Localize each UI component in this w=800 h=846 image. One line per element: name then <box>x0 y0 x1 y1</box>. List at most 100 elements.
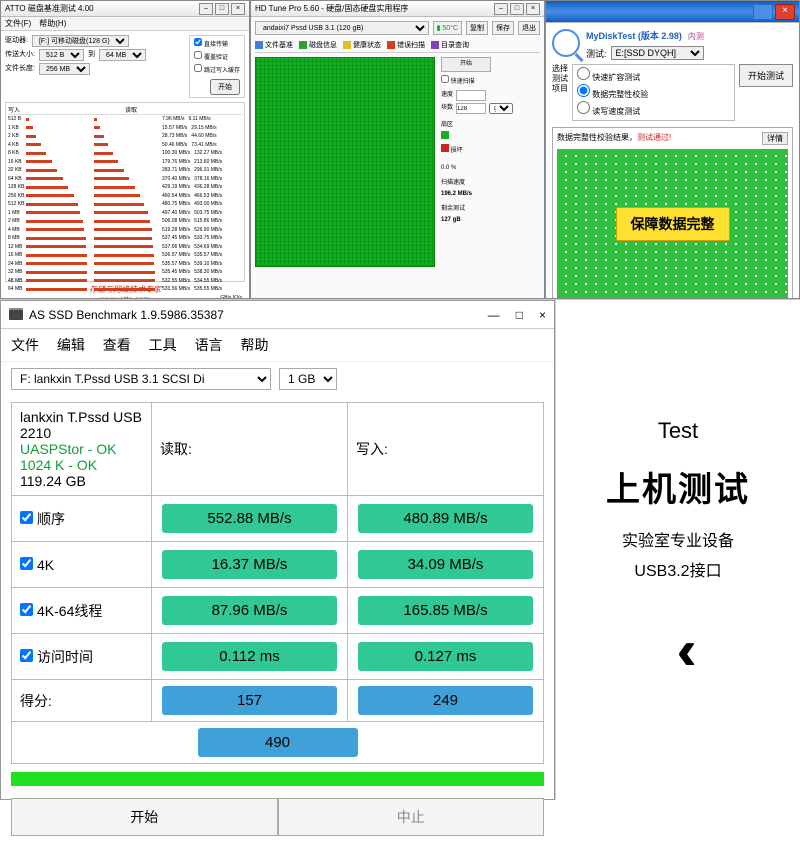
row-4k[interactable]: 4K <box>12 542 152 588</box>
menu-view[interactable]: 查看 <box>103 337 131 353</box>
score-total: 490 <box>198 728 358 757</box>
hdtune-start-button[interactable]: 开始 <box>441 57 491 72</box>
atto-title: ATTO 磁盘基准测试 4.00 <box>5 3 94 14</box>
promo-sub2: USB3.2接口 <box>634 557 721 581</box>
mydisk-title: MyDiskTest (版本 2.98) <box>586 31 682 41</box>
details-button[interactable]: 详情 <box>762 132 788 145</box>
maximize-button[interactable]: □ <box>516 308 523 322</box>
atto-controls: 驱动器:[F:] 可移动磁盘(128 G) 传送大小:512 B到64 MB 文… <box>5 35 245 98</box>
minimize-button[interactable] <box>753 4 773 20</box>
mydisk-start-button[interactable]: 开始测试 <box>739 64 793 87</box>
asssd-results-table: lankxin T.Pssd USB 2210 UASPStor - OK 10… <box>11 402 544 764</box>
menu-edit[interactable]: 编辑 <box>57 337 85 353</box>
promo-test: Test <box>658 418 698 444</box>
speed-input[interactable] <box>456 90 486 101</box>
menu-file[interactable]: 文件(F) <box>5 19 31 28</box>
score-read: 157 <box>162 686 337 715</box>
length-label: 文件长度: <box>5 63 35 75</box>
check-verify[interactable]: 覆盖验证 <box>194 55 228 61</box>
drive-label: 驱动器: <box>5 35 28 47</box>
4k64-write: 165.85 MB/s <box>358 596 533 625</box>
hdtune-device-select[interactable]: andaixi7 Pssd USB 3.1 (120 gB) <box>255 21 429 35</box>
close-button[interactable]: × <box>775 4 795 20</box>
asssd-device-select[interactable]: F: lankxin T.Pssd USB 3.1 SCSI Di <box>11 368 271 390</box>
close-button[interactable]: × <box>539 308 546 322</box>
atto-window: ATTO 磁盘基准测试 4.00 –□× 文件(F) 帮助(H) 驱动器: [F:] … <box>0 0 250 299</box>
quick-scan-check[interactable]: 快速扫描 <box>441 79 475 85</box>
check-cache[interactable]: 跳过写入缓存 <box>194 68 240 74</box>
asssd-title: AS SSD Benchmark 1.9.5986.35387 <box>29 308 224 322</box>
disk-icon <box>9 310 23 320</box>
opt-quick[interactable]: 快速扩容测试 <box>577 67 730 84</box>
atto-titlebar: ATTO 磁盘基准测试 4.00 –□× <box>1 1 249 17</box>
temp-indicator: ▮ 50°C <box>433 21 462 35</box>
tab-errorscan[interactable]: 错误扫描 <box>387 40 425 50</box>
device-info: lankxin T.Pssd USB 2210 UASPStor - OK 10… <box>12 403 152 496</box>
check-direct[interactable]: 直接传输 <box>194 42 228 48</box>
progress-bar <box>11 772 544 786</box>
asssd-stop-button[interactable]: 中止 <box>278 798 545 836</box>
col-read: 读取 <box>125 105 242 114</box>
maximize-button[interactable]: □ <box>510 3 524 15</box>
asssd-start-button[interactable]: 开始 <box>11 798 278 836</box>
atto-chart: 写入读取 512 B7.96 MB/s9.11 MB/s1 KB15.57 MB… <box>5 102 245 282</box>
integrity-banner: 保障数据完整 <box>616 207 730 241</box>
mydisk-window: × MyDiskTest (版本 2.98) 内测 测试: E:[SSD DYQH]… <box>545 0 800 299</box>
magnifier-icon <box>552 29 580 57</box>
asssd-size-select[interactable]: 1 GB <box>279 368 337 390</box>
promo-heading: 上机测试 <box>606 462 750 511</box>
hdtune-title: HD Tune Pro 5.60 - 硬盘/固态硬盘实用程序 <box>255 3 408 14</box>
seq-write: 480.89 MB/s <box>358 504 533 533</box>
test-options: 快速扩容测试 数据完整性校验 读写速度测试 <box>572 64 735 121</box>
hdtune-window: HD Tune Pro 5.60 - 硬盘/固态硬盘实用程序 –□× andaix… <box>250 0 545 299</box>
promo-sub1: 实验室专业设备 <box>622 527 734 551</box>
tab-health[interactable]: 健康状态 <box>343 40 381 50</box>
minimize-button[interactable]: — <box>488 308 500 322</box>
exit-button[interactable]: 退出 <box>518 21 540 35</box>
mydisk-titlebar: × <box>546 1 799 23</box>
copy-button[interactable]: 复制 <box>466 21 488 35</box>
menu-file[interactable]: 文件 <box>11 337 39 353</box>
seq-read: 552.88 MB/s <box>162 504 337 533</box>
mydisk-device-select[interactable]: E:[SSD DYQH] <box>611 46 704 60</box>
access-read: 0.112 ms <box>162 642 337 671</box>
col-write: 写入 <box>8 105 125 114</box>
transfer-to[interactable]: 64 MB <box>99 49 146 61</box>
tab-filebench[interactable]: 文件基准 <box>255 40 293 50</box>
promo-panel: Test 上机测试 实验室专业设备 USB3.2接口 ‹‹ <box>555 300 800 800</box>
menu-help[interactable]: 帮助 <box>240 337 268 353</box>
tab-info[interactable]: 磁盘信息 <box>299 40 337 50</box>
unit-select[interactable]: gB <box>489 103 513 114</box>
hdtune-titlebar: HD Tune Pro 5.60 - 硬盘/固态硬盘实用程序 –□× <box>251 1 544 17</box>
atto-menubar: 文件(F) 帮助(H) <box>1 17 249 31</box>
row-seq[interactable]: 顺序 <box>12 496 152 542</box>
drive-select[interactable]: [F:] 可移动磁盘(128 G) <box>32 35 129 47</box>
opt-speed[interactable]: 读写速度测试 <box>577 101 730 118</box>
test-label: 测试: <box>586 47 607 60</box>
row-4k64[interactable]: 4K-64线程 <box>12 588 152 634</box>
close-button[interactable]: × <box>231 3 245 15</box>
close-button[interactable]: × <box>526 3 540 15</box>
minimize-button[interactable]: – <box>494 3 508 15</box>
menu-tools[interactable]: 工具 <box>149 337 177 353</box>
atto-start-button[interactable]: 开始 <box>210 79 240 95</box>
transfer-label: 传送大小: <box>5 49 35 61</box>
speed-label: 速度 <box>441 90 453 101</box>
row-access[interactable]: 访问时间 <box>12 634 152 680</box>
tab-folder[interactable]: 目录查询 <box>431 40 469 50</box>
beta-badge: 内测 <box>688 32 704 41</box>
save-button[interactable]: 保存 <box>492 21 514 35</box>
blocks-input[interactable] <box>456 103 486 114</box>
damaged-icon <box>441 144 449 152</box>
opt-label: 选择 测试 项目 <box>552 64 568 94</box>
col-write: 写入: <box>348 403 544 496</box>
transfer-from[interactable]: 512 B <box>39 49 84 61</box>
menu-lang[interactable]: 语言 <box>195 337 223 353</box>
length-select[interactable]: 256 MB <box>39 63 90 75</box>
opt-integrity[interactable]: 数据完整性校验 <box>577 84 730 101</box>
maximize-button[interactable]: □ <box>215 3 229 15</box>
asssd-menu: 文件 编辑 查看 工具 语言 帮助 <box>1 329 554 362</box>
ok-icon <box>441 131 449 139</box>
minimize-button[interactable]: – <box>199 3 213 15</box>
menu-help[interactable]: 帮助(H) <box>39 19 66 28</box>
